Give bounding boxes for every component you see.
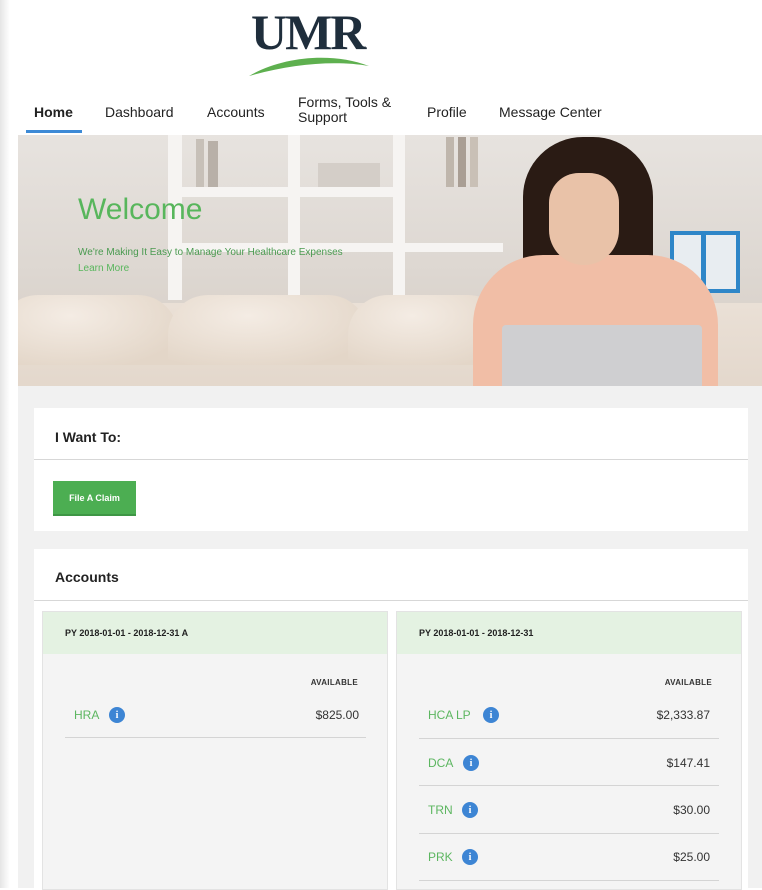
row-divider — [419, 785, 719, 786]
nav-dashboard[interactable]: Dashboard — [105, 92, 174, 132]
hero-sofa-cushion — [18, 295, 178, 365]
account-available-amount: $30.00 — [673, 803, 710, 817]
account-name-link[interactable]: DCA — [428, 756, 453, 770]
account-row: HCA LP i $2,333.87 — [428, 707, 710, 732]
row-divider — [419, 833, 719, 834]
info-icon[interactable]: i — [463, 755, 479, 771]
info-icon[interactable]: i — [109, 707, 125, 723]
info-icon[interactable]: i — [462, 849, 478, 865]
account-row: TRN i $30.00 — [428, 802, 710, 827]
i-want-to-title: I Want To: — [55, 429, 122, 445]
account-plan-header: PY 2018-01-01 - 2018-12-31 — [397, 612, 741, 654]
hero-book — [196, 139, 204, 187]
info-icon[interactable]: i — [483, 707, 499, 723]
nav-forms-line1: Forms, Tools & — [298, 94, 392, 110]
account-row: DCA i $147.41 — [428, 755, 710, 780]
account-available-amount: $825.00 — [315, 708, 359, 722]
page-edge-shadow — [0, 0, 10, 888]
card-divider — [34, 600, 748, 601]
account-name-link[interactable]: PRK — [428, 850, 453, 864]
hero-laptop — [502, 325, 702, 386]
logo-swoosh-icon — [249, 57, 369, 76]
umr-logo[interactable]: UMR ™ — [243, 6, 373, 76]
i-want-to-card: I Want To: — [34, 408, 748, 531]
account-plan-column: PY 2018-01-01 - 2018-12-31 A AVAILABLE H… — [42, 611, 388, 890]
account-name-link[interactable]: TRN — [428, 803, 453, 817]
hero-book — [208, 141, 218, 187]
account-name-link[interactable]: HRA — [74, 708, 99, 722]
hero-book — [446, 137, 454, 187]
hero-subtitle: We're Making It Easy to Manage Your Heal… — [78, 247, 343, 258]
hero-shelf — [168, 187, 398, 197]
row-divider — [419, 880, 719, 881]
nav-profile-label: Profile — [427, 103, 467, 120]
hero-title: Welcome — [78, 193, 203, 226]
info-icon[interactable]: i — [462, 802, 478, 818]
row-divider — [65, 737, 366, 738]
account-name-link[interactable]: HCA LP — [428, 708, 471, 722]
main-nav: Home Dashboard Accounts Forms, Tools & S… — [26, 92, 726, 136]
nav-message-center[interactable]: Message Center — [499, 92, 602, 132]
account-row: HRA i $825.00 — [74, 707, 359, 732]
hero-book — [470, 137, 478, 187]
account-available-amount: $147.41 — [666, 756, 710, 770]
available-column-label: AVAILABLE — [310, 678, 358, 687]
account-plan-column: PY 2018-01-01 - 2018-12-31 AVAILABLE HCA… — [396, 611, 742, 890]
nav-accounts-label: Accounts — [207, 103, 265, 120]
account-row: PRK i $25.00 — [428, 849, 710, 874]
hero-person-face — [549, 173, 619, 265]
nav-dashboard-label: Dashboard — [105, 103, 174, 120]
welcome-hero-banner: Welcome We're Making It Easy to Manage Y… — [18, 135, 762, 386]
hero-book — [318, 163, 380, 187]
card-divider — [34, 459, 748, 460]
account-available-amount: $2,333.87 — [656, 708, 710, 722]
file-a-claim-button[interactable]: File A Claim — [53, 481, 136, 516]
account-plan-header: PY 2018-01-01 - 2018-12-31 A — [43, 612, 387, 654]
nav-profile[interactable]: Profile — [427, 92, 467, 132]
nav-message-center-label: Message Center — [499, 103, 602, 120]
hero-sofa-cushion — [168, 295, 368, 365]
nav-accounts[interactable]: Accounts — [207, 92, 265, 132]
nav-home-label: Home — [34, 103, 73, 120]
nav-forms-line2: Support — [298, 109, 348, 125]
hero-shelf — [288, 135, 300, 300]
account-available-amount: $25.00 — [673, 850, 710, 864]
row-divider — [419, 738, 719, 739]
nav-active-indicator — [26, 130, 82, 133]
accounts-title: Accounts — [55, 569, 119, 585]
nav-home[interactable]: Home — [34, 92, 73, 132]
hero-book — [458, 137, 466, 187]
hero-learn-more-link[interactable]: Learn More — [78, 263, 129, 274]
available-column-label: AVAILABLE — [664, 678, 712, 687]
hero-shelf — [393, 135, 405, 300]
nav-forms-tools-support[interactable]: Forms, Tools & Support — [298, 90, 391, 130]
